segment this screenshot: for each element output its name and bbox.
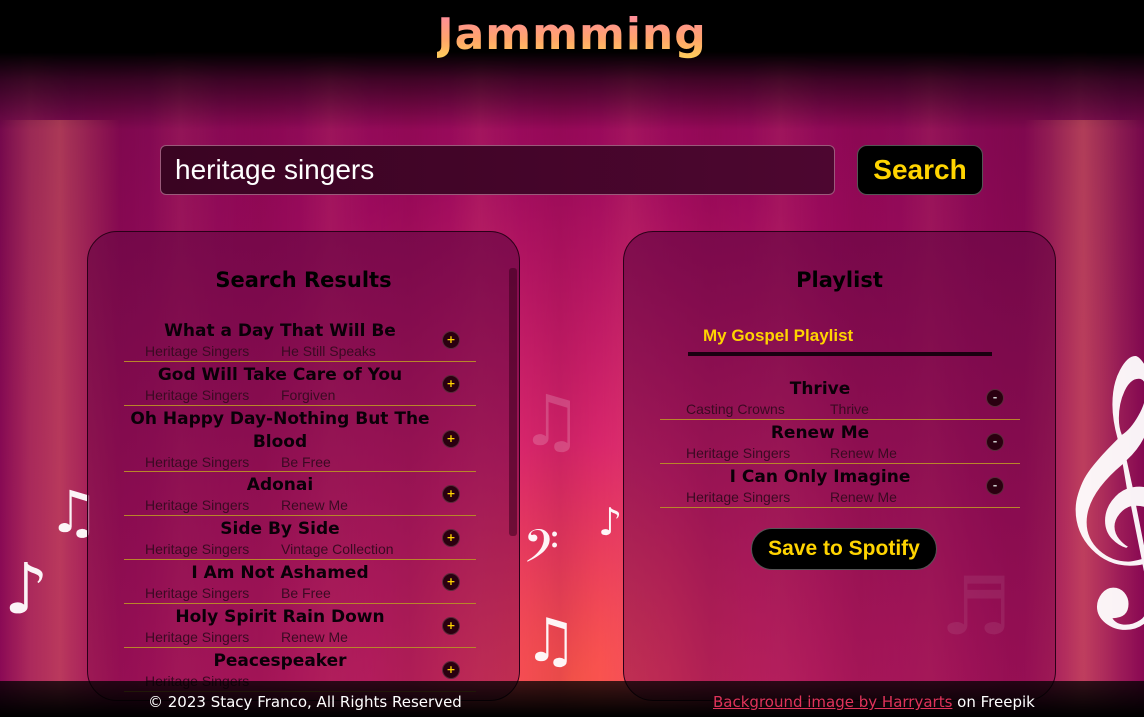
playlist-track: Thrive Casting Crowns Thrive - xyxy=(660,376,1020,420)
track-info: Heritage Singers Forgiven xyxy=(124,387,436,404)
save-to-spotify-button[interactable]: Save to Spotify xyxy=(751,528,937,570)
faint-note-icon: ♫ xyxy=(520,380,583,462)
track-name: Side By Side xyxy=(220,519,340,539)
treble-clef-icon: 𝄞 xyxy=(1048,351,1144,618)
copyright-text: © 2023 Stacy Franco, All Rights Reserved xyxy=(148,693,462,711)
footer: © 2023 Stacy Franco, All Rights Reserved… xyxy=(0,681,1144,717)
result-track: Holy Spirit Rain Down Heritage Singers R… xyxy=(124,604,476,648)
music-note-icon: ♪ xyxy=(4,548,49,630)
track-info: Heritage Singers Renew Me xyxy=(660,489,980,506)
track-artist: Heritage Singers xyxy=(145,454,250,470)
track-artist: Heritage Singers xyxy=(145,497,250,513)
remove-track-button[interactable]: - xyxy=(986,476,1004,495)
track-name: Peacespeaker xyxy=(213,651,347,671)
track-album: He Still Speaks xyxy=(281,343,376,359)
track-album: Renew Me xyxy=(830,445,897,461)
track-name: Thrive xyxy=(789,379,851,399)
playlist-track: I Can Only Imagine Heritage Singers Rene… xyxy=(660,464,1020,508)
track-album: Thrive xyxy=(830,401,869,417)
track-artist: Heritage Singers xyxy=(145,629,250,645)
track-artist: Heritage Singers xyxy=(145,585,250,601)
track-info: Heritage Singers Renew Me xyxy=(124,497,436,514)
track-info: Heritage Singers Be Free xyxy=(124,454,436,471)
result-track: I Am Not Ashamed Heritage Singers Be Fre… xyxy=(124,560,476,604)
track-album: Renew Me xyxy=(830,489,897,505)
track-info: Heritage Singers Renew Me xyxy=(124,629,436,646)
image-credit: Background image by Harryarts on Freepik xyxy=(713,693,1035,711)
add-track-button[interactable]: + xyxy=(442,330,460,349)
track-info: Heritage Singers Vintage Collection xyxy=(124,541,436,558)
header: Jammming xyxy=(0,0,1144,60)
track-name: God Will Take Care of You xyxy=(157,365,403,385)
track-info: Heritage Singers Renew Me xyxy=(660,445,980,462)
add-track-button[interactable]: + xyxy=(442,374,460,393)
playlist-panel: Playlist Thrive Casting Crowns Thrive - … xyxy=(623,231,1056,701)
result-track: Oh Happy Day-Nothing But The Blood Herit… xyxy=(124,406,476,472)
playlist-name-input[interactable] xyxy=(688,320,992,356)
search-results-title: Search Results xyxy=(215,268,392,292)
playlist-track-list: Thrive Casting Crowns Thrive - Renew Me … xyxy=(660,376,1020,508)
track-name: I Am Not Ashamed xyxy=(191,563,369,583)
track-name: Adonai xyxy=(246,475,314,495)
track-artist: Heritage Singers xyxy=(145,343,250,359)
track-album: Be Free xyxy=(281,454,331,470)
track-album: Vintage Collection xyxy=(281,541,394,557)
track-album: Be Free xyxy=(281,585,331,601)
note-icon: ♪ xyxy=(598,500,623,544)
track-artist: Casting Crowns xyxy=(686,401,785,417)
add-track-button[interactable]: + xyxy=(442,484,460,503)
track-album: Renew Me xyxy=(281,629,348,645)
remove-track-button[interactable]: - xyxy=(986,388,1004,407)
track-album: Renew Me xyxy=(281,497,348,513)
search-results-panel: Search Results What a Day That Will Be H… xyxy=(87,231,520,701)
add-track-button[interactable]: + xyxy=(442,660,460,679)
track-name: Renew Me xyxy=(770,423,870,443)
app-title: Jammming xyxy=(437,8,707,60)
track-album: Forgiven xyxy=(281,387,336,403)
result-track: What a Day That Will Be Heritage Singers… xyxy=(124,318,476,362)
result-track: Adonai Heritage Singers Renew Me + xyxy=(124,472,476,516)
track-name: I Can Only Imagine xyxy=(729,467,911,487)
result-track: Side By Side Heritage Singers Vintage Co… xyxy=(124,516,476,560)
track-artist: Heritage Singers xyxy=(686,489,791,505)
add-track-button[interactable]: + xyxy=(442,528,460,547)
results-scrollbar[interactable] xyxy=(509,268,517,536)
search-results-list: What a Day That Will Be Heritage Singers… xyxy=(124,318,476,692)
result-track: God Will Take Care of You Heritage Singe… xyxy=(124,362,476,406)
add-track-button[interactable]: + xyxy=(442,616,460,635)
add-track-button[interactable]: + xyxy=(442,429,460,448)
track-name: Oh Happy Day-Nothing But The Blood xyxy=(130,409,430,452)
playlist-title: Playlist xyxy=(796,268,883,292)
track-info: Heritage Singers He Still Speaks xyxy=(124,343,436,360)
playlist-track: Renew Me Heritage Singers Renew Me - xyxy=(660,420,1020,464)
track-info: Casting Crowns Thrive xyxy=(660,401,980,418)
remove-track-button[interactable]: - xyxy=(986,432,1004,451)
track-artist: Heritage Singers xyxy=(686,445,791,461)
search-input[interactable] xyxy=(160,145,835,195)
credit-suffix: on Freepik xyxy=(952,693,1035,711)
track-name: What a Day That Will Be xyxy=(164,321,396,341)
track-artist: Heritage Singers xyxy=(145,541,250,557)
track-info: Heritage Singers Be Free xyxy=(124,585,436,602)
background-credit-link[interactable]: Background image by Harryarts xyxy=(713,693,952,711)
bass-clef-icon: 𝄢 xyxy=(523,520,560,585)
search-button[interactable]: Search xyxy=(857,145,983,195)
track-name: Holy Spirit Rain Down xyxy=(175,607,385,627)
track-artist: Heritage Singers xyxy=(145,387,250,403)
add-track-button[interactable]: + xyxy=(442,572,460,591)
beamed-note-icon: ♫ xyxy=(524,606,578,676)
